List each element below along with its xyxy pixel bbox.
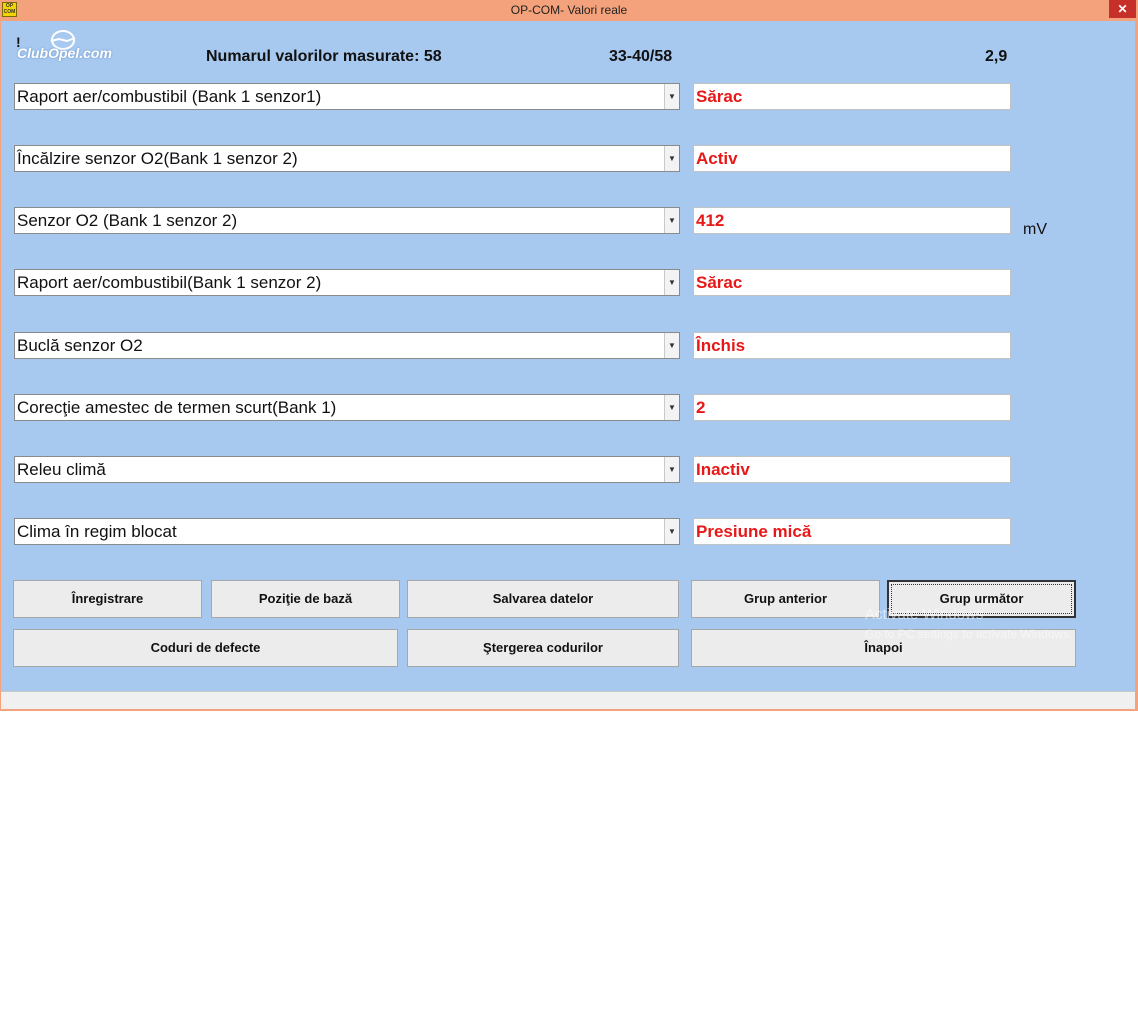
- title-bar[interactable]: OP COM OP-COM- Valori reale ✕: [0, 0, 1138, 21]
- activation-watermark-subtitle: Go to PC settings to activate Windows.: [865, 627, 1073, 641]
- parameter-value: Inactiv: [696, 460, 750, 479]
- value-field-1: Sărac: [693, 83, 1011, 110]
- parameter-select-8[interactable]: Clima în regim blocat ▼: [14, 518, 680, 545]
- parameter-label: Senzor O2 (Bank 1 senzor 2): [17, 211, 238, 230]
- app-window: OP COM OP-COM- Valori reale ✕ ClubOpel.c…: [0, 0, 1138, 711]
- logo-text: ClubOpel.com: [17, 45, 112, 61]
- value-range: 33-40/58: [609, 48, 673, 65]
- value-field-3: 412: [693, 207, 1011, 234]
- value-field-7: Inactiv: [693, 456, 1011, 483]
- measured-values-count: Numarul valorilor masurate: 58: [206, 48, 442, 65]
- clear-codes-button[interactable]: Ştergerea codurilor: [407, 629, 679, 667]
- parameter-select-2[interactable]: Încălzire senzor O2(Bank 1 senzor 2) ▼: [14, 145, 680, 172]
- parameter-value: 412: [696, 211, 725, 230]
- parameter-value: Presiune mică: [696, 522, 812, 541]
- parameter-value: Activ: [696, 149, 738, 168]
- parameter-value: Sărac: [696, 273, 743, 292]
- record-button[interactable]: Înregistrare: [13, 580, 202, 618]
- parameter-select-3[interactable]: Senzor O2 (Bank 1 senzor 2) ▼: [14, 207, 680, 234]
- base-position-button[interactable]: Poziţie de bază: [211, 580, 400, 618]
- main-panel: ClubOpel.com ! Numarul valorilor masurat…: [1, 21, 1135, 708]
- fault-codes-button[interactable]: Coduri de defecte: [13, 629, 398, 667]
- save-data-button[interactable]: Salvarea datelor: [407, 580, 679, 618]
- parameter-label: Buclă senzor O2: [17, 336, 143, 355]
- close-button[interactable]: ✕: [1109, 0, 1136, 18]
- parameter-select-7[interactable]: Releu climă ▼: [14, 456, 680, 483]
- value-field-6: 2: [693, 394, 1011, 421]
- value-field-4: Sărac: [693, 269, 1011, 296]
- clubopel-logo: ClubOpel.com !: [15, 30, 125, 61]
- parameter-select-1[interactable]: Raport aer/combustibil (Bank 1 senzor1) …: [14, 83, 680, 110]
- status-bar: [1, 691, 1135, 709]
- parameter-label: Corecţie amestec de termen scurt(Bank 1): [17, 398, 337, 417]
- value-field-5: Închis: [693, 332, 1011, 359]
- value-field-8: Presiune mică: [693, 518, 1011, 545]
- parameter-value: 2: [696, 398, 706, 417]
- parameter-label: Clima în regim blocat: [17, 522, 177, 541]
- unit-label: mV: [1023, 221, 1047, 238]
- parameter-value: Sărac: [696, 87, 743, 106]
- chevron-down-icon[interactable]: ▼: [664, 270, 679, 295]
- value-field-2: Activ: [693, 145, 1011, 172]
- parameter-select-4[interactable]: Raport aer/combustibil(Bank 1 senzor 2) …: [14, 269, 680, 296]
- parameter-value: Închis: [696, 336, 746, 355]
- logo-mark: !: [16, 34, 21, 50]
- chevron-down-icon[interactable]: ▼: [664, 208, 679, 233]
- previous-group-button[interactable]: Grup anterior: [691, 580, 880, 618]
- parameter-label: Raport aer/combustibil(Bank 1 senzor 2): [17, 273, 322, 292]
- chevron-down-icon[interactable]: ▼: [664, 84, 679, 109]
- parameter-label: Releu climă: [17, 460, 106, 479]
- chevron-down-icon[interactable]: ▼: [664, 333, 679, 358]
- chevron-down-icon[interactable]: ▼: [664, 395, 679, 420]
- chevron-down-icon[interactable]: ▼: [664, 146, 679, 171]
- refresh-rate: 2,9: [985, 48, 1008, 65]
- activation-watermark-title: Activate Windows: [865, 606, 984, 623]
- parameter-select-6[interactable]: Corecţie amestec de termen scurt(Bank 1)…: [14, 394, 680, 421]
- chevron-down-icon[interactable]: ▼: [664, 457, 679, 482]
- chevron-down-icon[interactable]: ▼: [664, 519, 679, 544]
- parameter-label: Încălzire senzor O2(Bank 1 senzor 2): [17, 149, 298, 168]
- window-title: OP-COM- Valori reale: [510, 3, 628, 17]
- parameter-select-5[interactable]: Buclă senzor O2 ▼: [14, 332, 680, 359]
- parameter-label: Raport aer/combustibil (Bank 1 senzor1): [17, 87, 322, 106]
